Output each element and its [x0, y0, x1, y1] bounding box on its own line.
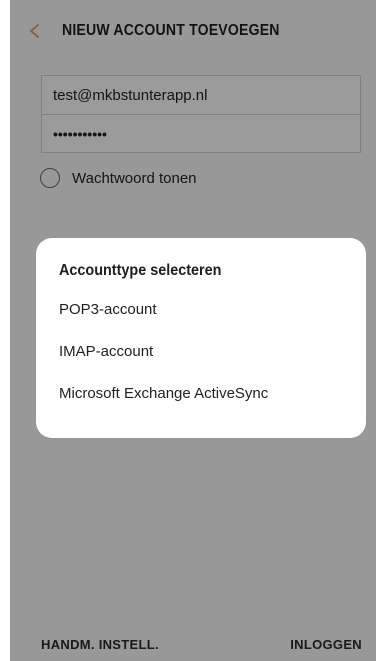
email-field[interactable]: test@mkbstunterapp.nl — [42, 76, 360, 114]
option-pop3[interactable]: POP3-account — [59, 300, 366, 342]
option-imap[interactable]: IMAP-account — [59, 342, 366, 384]
bottom-bar: HANDM. INSTELL. INLOGGEN — [10, 621, 376, 661]
show-password-toggle[interactable]: Wachtwoord tonen — [40, 168, 197, 188]
credentials-fields: test@mkbstunterapp.nl ••••••••••• — [41, 75, 361, 153]
password-field[interactable]: ••••••••••• — [42, 114, 360, 152]
account-type-dialog: Accounttype selecteren POP3-account IMAP… — [36, 238, 366, 438]
dialog-title: Accounttype selecteren — [59, 262, 222, 279]
option-exchange-activesync[interactable]: Microsoft Exchange ActiveSync — [59, 384, 366, 426]
show-password-radio[interactable] — [40, 168, 60, 188]
app-header: NIEUW ACCOUNT TOEVOEGEN — [10, 0, 376, 62]
show-password-label: Wachtwoord tonen — [72, 169, 197, 187]
login-button[interactable]: INLOGGEN — [290, 637, 362, 652]
manual-setup-button[interactable]: HANDM. INSTELL. — [41, 637, 159, 652]
chevron-left-icon[interactable] — [28, 24, 42, 38]
page-title: NIEUW ACCOUNT TOEVOEGEN — [62, 22, 280, 39]
